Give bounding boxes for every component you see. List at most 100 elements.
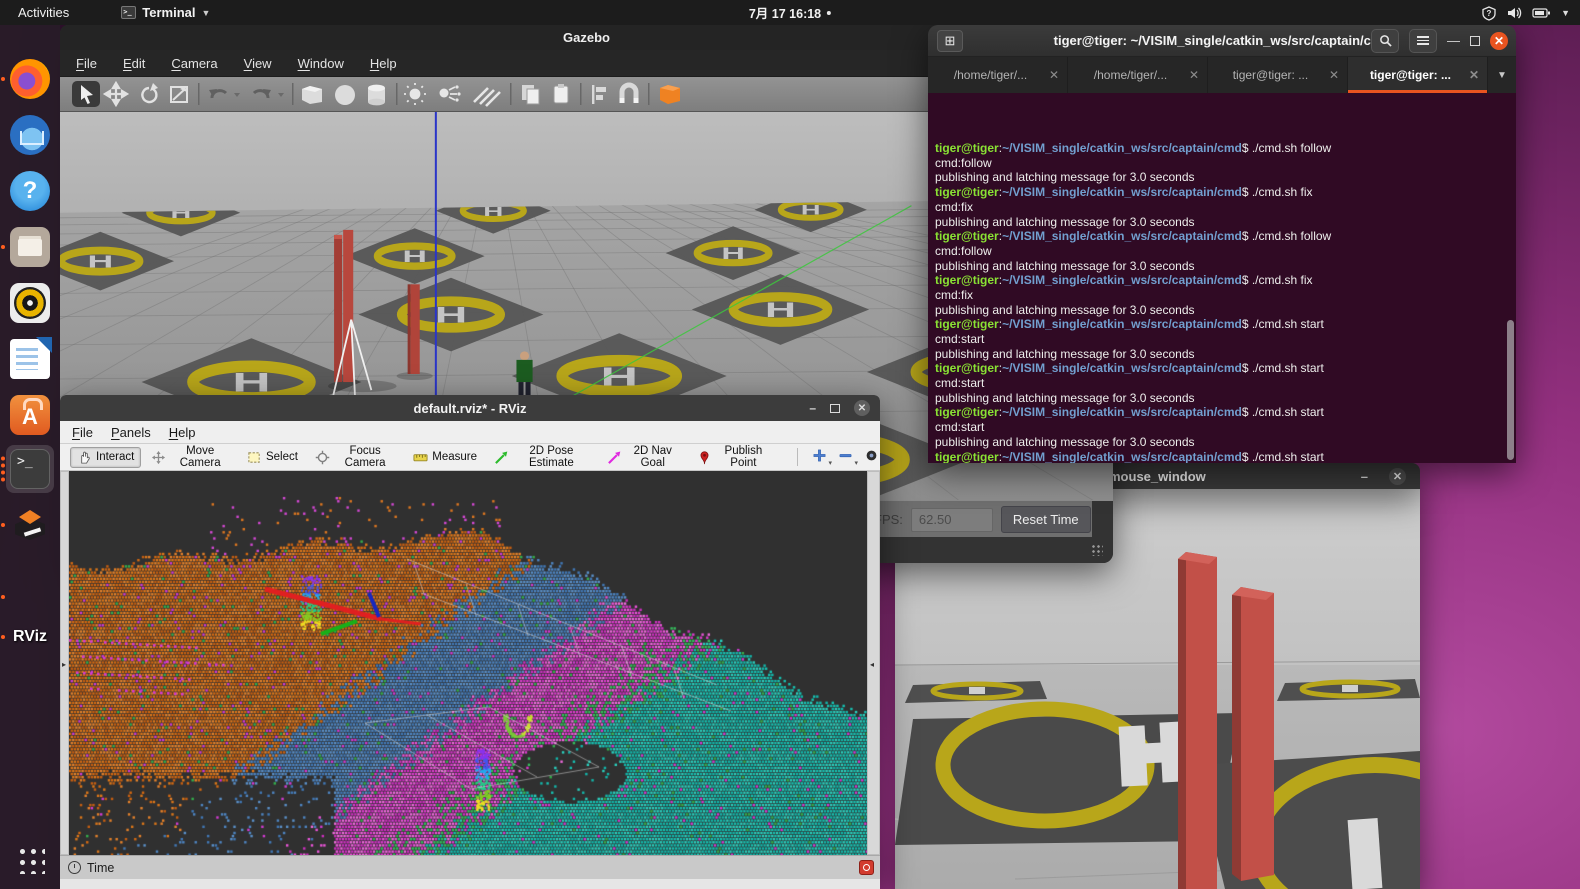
panel-expand-left-icon: ◂ — [870, 660, 874, 669]
rviz-tool-select[interactable]: Select — [240, 447, 305, 468]
zoom-in-button[interactable]: ▾ — [812, 448, 828, 466]
battery-icon — [1532, 5, 1552, 21]
gazebo-redo-button[interactable] — [254, 89, 271, 98]
gazebo-snap-tool[interactable] — [620, 85, 639, 103]
dock-item-rhythmbox[interactable] — [6, 279, 54, 327]
dock-item-help[interactable]: ? — [6, 167, 54, 215]
dock-item-terminal[interactable]: >_ — [6, 445, 54, 493]
camera-view-button[interactable]: ▾ — [864, 448, 880, 466]
rviz-left-panel-handle[interactable]: ▸ — [60, 471, 69, 855]
ubuntu-software-icon: A — [10, 395, 50, 435]
time-panel-close-button[interactable] — [859, 860, 874, 875]
gazebo-menu-camera[interactable]: Camera — [171, 56, 217, 71]
tab-close-icon[interactable]: ✕ — [1469, 68, 1479, 82]
rviz-menu-panels[interactable]: Panels — [111, 425, 151, 440]
search-icon — [1379, 34, 1392, 47]
gazebo-menu-help[interactable]: Help — [370, 56, 397, 71]
terminal-content[interactable]: tiger@tiger:~/VISIM_single/catkin_ws/src… — [928, 93, 1516, 463]
gazebo-align-tool[interactable] — [592, 85, 606, 104]
gazebo-menu-file[interactable]: File — [76, 56, 97, 71]
system-status-area[interactable]: ? ▼ — [1481, 5, 1570, 21]
gazebo-add-cylinder-tool[interactable] — [368, 85, 385, 106]
terminal-tab-1[interactable]: /home/tiger/...✕ — [928, 57, 1068, 93]
terminal-tab-3[interactable]: tiger@tiger: ... ✕ — [1208, 57, 1348, 93]
gazebo-menu-view[interactable]: View — [244, 56, 272, 71]
rviz-tool-move-camera[interactable]: Move Camera — [144, 442, 237, 472]
gazebo-paste-button[interactable] — [554, 84, 568, 103]
terminal-minimize-button[interactable]: — — [1447, 33, 1460, 48]
svg-text:?: ? — [1487, 9, 1492, 18]
tab-list-dropdown[interactable]: ▼ — [1488, 57, 1516, 93]
rviz-menu-file[interactable]: File — [72, 425, 93, 440]
dock-item-libreoffice-writer[interactable] — [6, 335, 54, 383]
rviz-right-panel-handle[interactable]: ◂ — [867, 471, 880, 855]
rviz-titlebar[interactable]: default.rviz* - RViz – ✕ — [60, 395, 880, 421]
terminal-window: ⊞ tiger@tiger: ~/VISIM_single/catkin_ws/… — [928, 25, 1516, 463]
tab-close-icon[interactable]: ✕ — [1329, 68, 1339, 82]
fps-value: 62.50 — [911, 508, 993, 532]
gazebo-rotate-tool[interactable] — [142, 83, 158, 102]
dock-item-ubuntu-software[interactable]: A — [6, 391, 54, 439]
gazebo-undo-dropdown[interactable] — [234, 93, 240, 97]
gazebo-undo-button[interactable] — [209, 89, 226, 98]
gazebo-translate-tool[interactable] — [105, 83, 127, 105]
rviz-tool-focus-camera[interactable]: Focus Camera — [308, 442, 403, 472]
zoom-out-button[interactable]: ▾ — [838, 448, 854, 466]
gazebo-redo-dropdown[interactable] — [278, 93, 284, 97]
rviz-tool-measure[interactable]: Measure — [406, 447, 484, 468]
terminal-output-line: cmd:fix — [935, 200, 1516, 215]
rviz-tool-interact[interactable]: Interact — [70, 447, 141, 468]
rviz-maximize-button[interactable] — [830, 404, 840, 413]
dock-item-rviz[interactable]: RViz — [6, 613, 54, 661]
terminal-close-button[interactable]: ✕ — [1490, 32, 1508, 50]
terminal-maximize-button[interactable] — [1470, 36, 1480, 46]
terminal-tab-4[interactable]: tiger@tiger: ...✕ — [1348, 57, 1488, 93]
activities-button[interactable]: Activities — [12, 5, 75, 20]
terminal-output-line: cmd:follow — [935, 156, 1516, 171]
reset-time-button[interactable]: Reset Time — [1001, 506, 1091, 533]
resize-grip-icon[interactable] — [1091, 544, 1103, 556]
gazebo-menu-edit[interactable]: Edit — [123, 56, 145, 71]
rviz-menu-help[interactable]: Help — [169, 425, 196, 440]
mouse-window-minimize-button[interactable]: – — [1361, 469, 1368, 484]
gazebo-select-tool[interactable] — [72, 81, 100, 107]
dock-item-firefox[interactable] — [6, 55, 54, 103]
gazebo-menu-window[interactable]: Window — [298, 56, 344, 71]
terminal-search-button[interactable] — [1371, 29, 1399, 53]
new-tab-button[interactable]: ⊞ — [937, 30, 963, 52]
dock-item-gazebo[interactable] — [6, 501, 54, 549]
tab-close-icon[interactable]: ✕ — [1049, 68, 1059, 82]
gazebo-add-box-tool[interactable] — [302, 86, 322, 104]
gazebo-directional-light-tool[interactable] — [474, 88, 500, 106]
dock-item-files[interactable] — [6, 223, 54, 271]
gazebo-spot-light-tool[interactable] — [440, 85, 461, 101]
gazebo-copy-button[interactable] — [522, 85, 539, 104]
gazebo-view-angle-tool[interactable] — [660, 85, 680, 104]
rviz-close-button[interactable]: ✕ — [854, 400, 870, 416]
rviz-minimize-button[interactable]: – — [809, 401, 816, 415]
gazebo-point-light-tool[interactable] — [404, 83, 426, 105]
rviz-3d-viewport[interactable]: ▸ ◂ — [60, 471, 880, 855]
mouse-window-titlebar[interactable]: mouse_window – ✕ — [1095, 463, 1420, 489]
gazebo-scale-tool[interactable] — [171, 86, 187, 102]
rviz-time-panel[interactable]: Time — [60, 855, 880, 879]
terminal-tab-2[interactable]: /home/tiger/...✕ — [1068, 57, 1208, 93]
app-menu[interactable]: >_ Terminal ▼ — [121, 5, 210, 20]
tab-close-icon[interactable]: ✕ — [1189, 68, 1199, 82]
dock-item-thunderbird[interactable] — [6, 111, 54, 159]
rviz-tool-2d-pose-estimate[interactable]: 2D Pose Estimate — [487, 442, 597, 472]
terminal-scrollbar[interactable] — [1507, 320, 1514, 460]
rviz-tool-2d-nav-goal[interactable]: 2D Nav Goal — [600, 442, 687, 472]
terminal-output-line: publishing and latching message for 3.0 … — [935, 170, 1516, 185]
rviz-tool-publish-point[interactable]: Publish Point — [690, 442, 778, 472]
panel-expand-right-icon: ▸ — [62, 660, 66, 669]
show-applications-button[interactable] — [6, 837, 54, 881]
mouse-window-close-button[interactable]: ✕ — [1389, 468, 1406, 485]
clock-button[interactable]: 7月 17 16:18 — [749, 3, 831, 22]
rviz-menubar: File Panels Help — [60, 421, 880, 444]
terminal-titlebar[interactable]: ⊞ tiger@tiger: ~/VISIM_single/catkin_ws/… — [928, 25, 1516, 57]
clock-text: 7月 17 16:18 — [749, 3, 821, 22]
gazebo-add-sphere-tool[interactable] — [335, 85, 355, 105]
tab-label: tiger@tiger: ... — [1216, 68, 1325, 82]
terminal-menu-button[interactable] — [1409, 29, 1437, 53]
